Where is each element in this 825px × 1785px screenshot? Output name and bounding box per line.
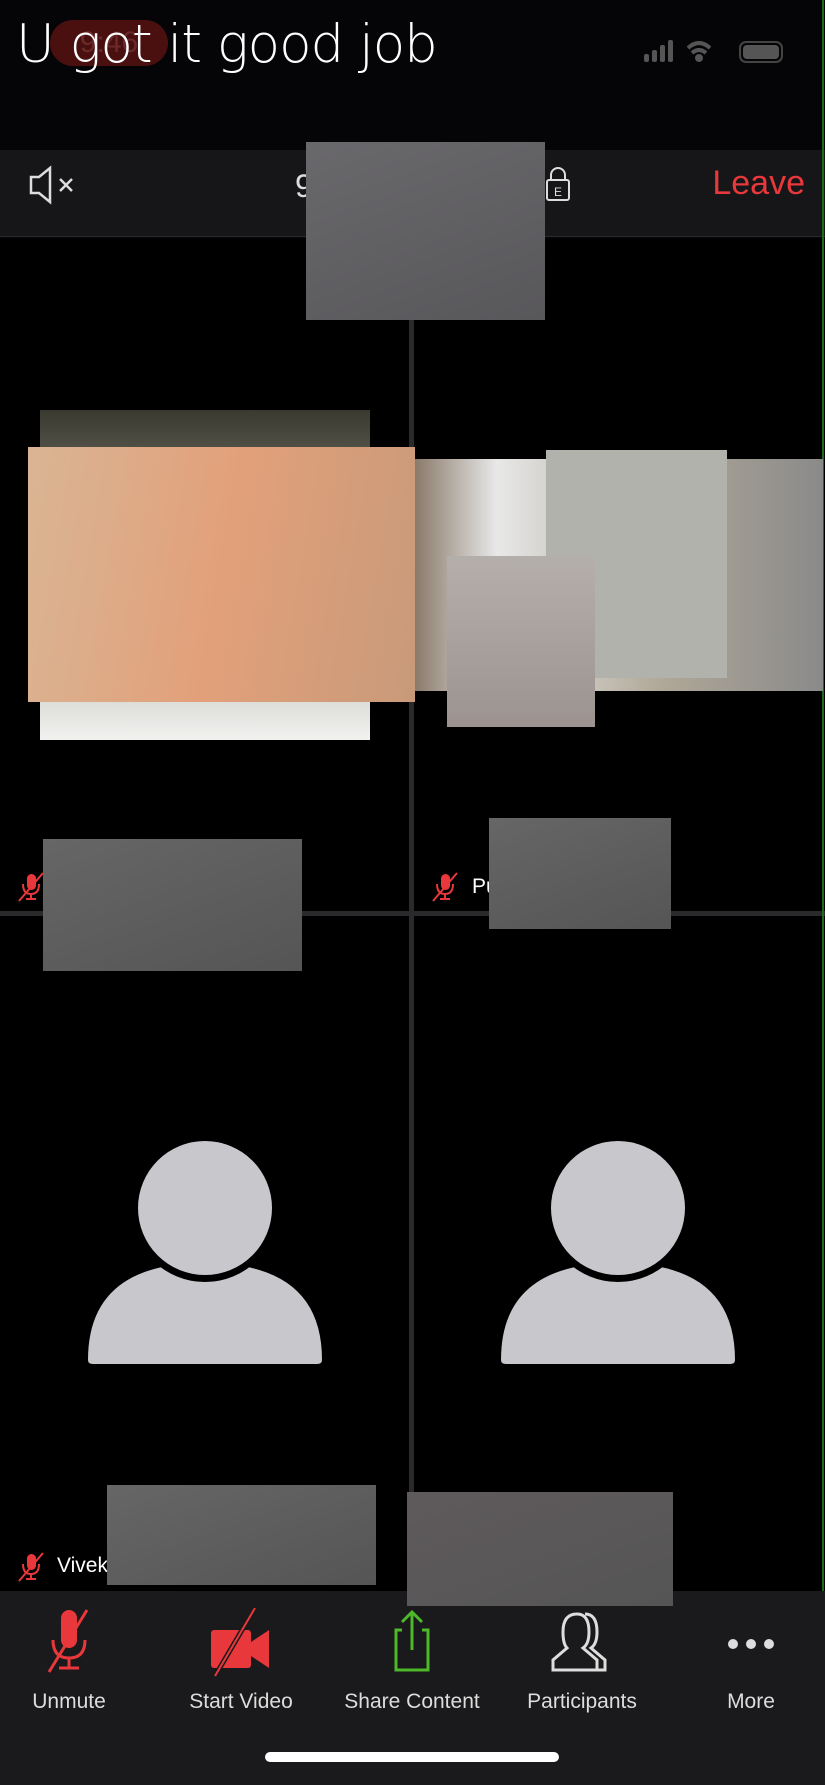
- video-off-icon: [211, 1608, 269, 1678]
- participant-name: Vivek: [57, 1554, 108, 1577]
- more-icon: [728, 1639, 774, 1649]
- redaction-box: [43, 839, 302, 971]
- redaction-box: [407, 1492, 673, 1606]
- svg-text:E: E: [554, 185, 562, 199]
- start-video-label: Start Video: [189, 1690, 293, 1713]
- redaction-box: [489, 818, 671, 929]
- share-icon: [394, 1609, 430, 1672]
- mic-muted-icon: [18, 1552, 44, 1582]
- participants-icon: [551, 1612, 607, 1672]
- home-indicator[interactable]: [265, 1752, 559, 1762]
- unmute-button[interactable]: Unmute: [0, 1608, 144, 1714]
- wifi-icon: [686, 41, 712, 62]
- redaction-box: [107, 1485, 376, 1585]
- unmute-label: Unmute: [32, 1690, 106, 1713]
- speaker-muted-icon[interactable]: [28, 165, 84, 205]
- share-content-label: Share Content: [344, 1690, 480, 1713]
- more-button[interactable]: More: [676, 1608, 825, 1714]
- redaction-box: [28, 447, 415, 702]
- active-speaker-border: [822, 0, 824, 1591]
- avatar-placeholder-icon: [88, 1140, 322, 1364]
- participants-button[interactable]: Participants: [507, 1608, 657, 1714]
- redaction-box: [306, 142, 545, 320]
- status-icons: [644, 40, 783, 63]
- more-label: More: [727, 1690, 775, 1713]
- avatar-placeholder-icon: [501, 1140, 735, 1364]
- participants-label: Participants: [527, 1690, 637, 1713]
- caption-text: U got it good job: [16, 14, 438, 75]
- mic-muted-icon: [47, 1609, 89, 1673]
- signal-icon: [644, 40, 673, 62]
- redaction-box: [447, 556, 595, 727]
- share-content-button[interactable]: Share Content: [337, 1608, 487, 1714]
- mic-muted-icon: [432, 872, 458, 902]
- start-video-button[interactable]: Start Video: [166, 1608, 316, 1714]
- battery-icon: [739, 41, 783, 63]
- encryption-lock-icon[interactable]: E: [545, 166, 571, 202]
- leave-button[interactable]: Leave: [712, 164, 805, 203]
